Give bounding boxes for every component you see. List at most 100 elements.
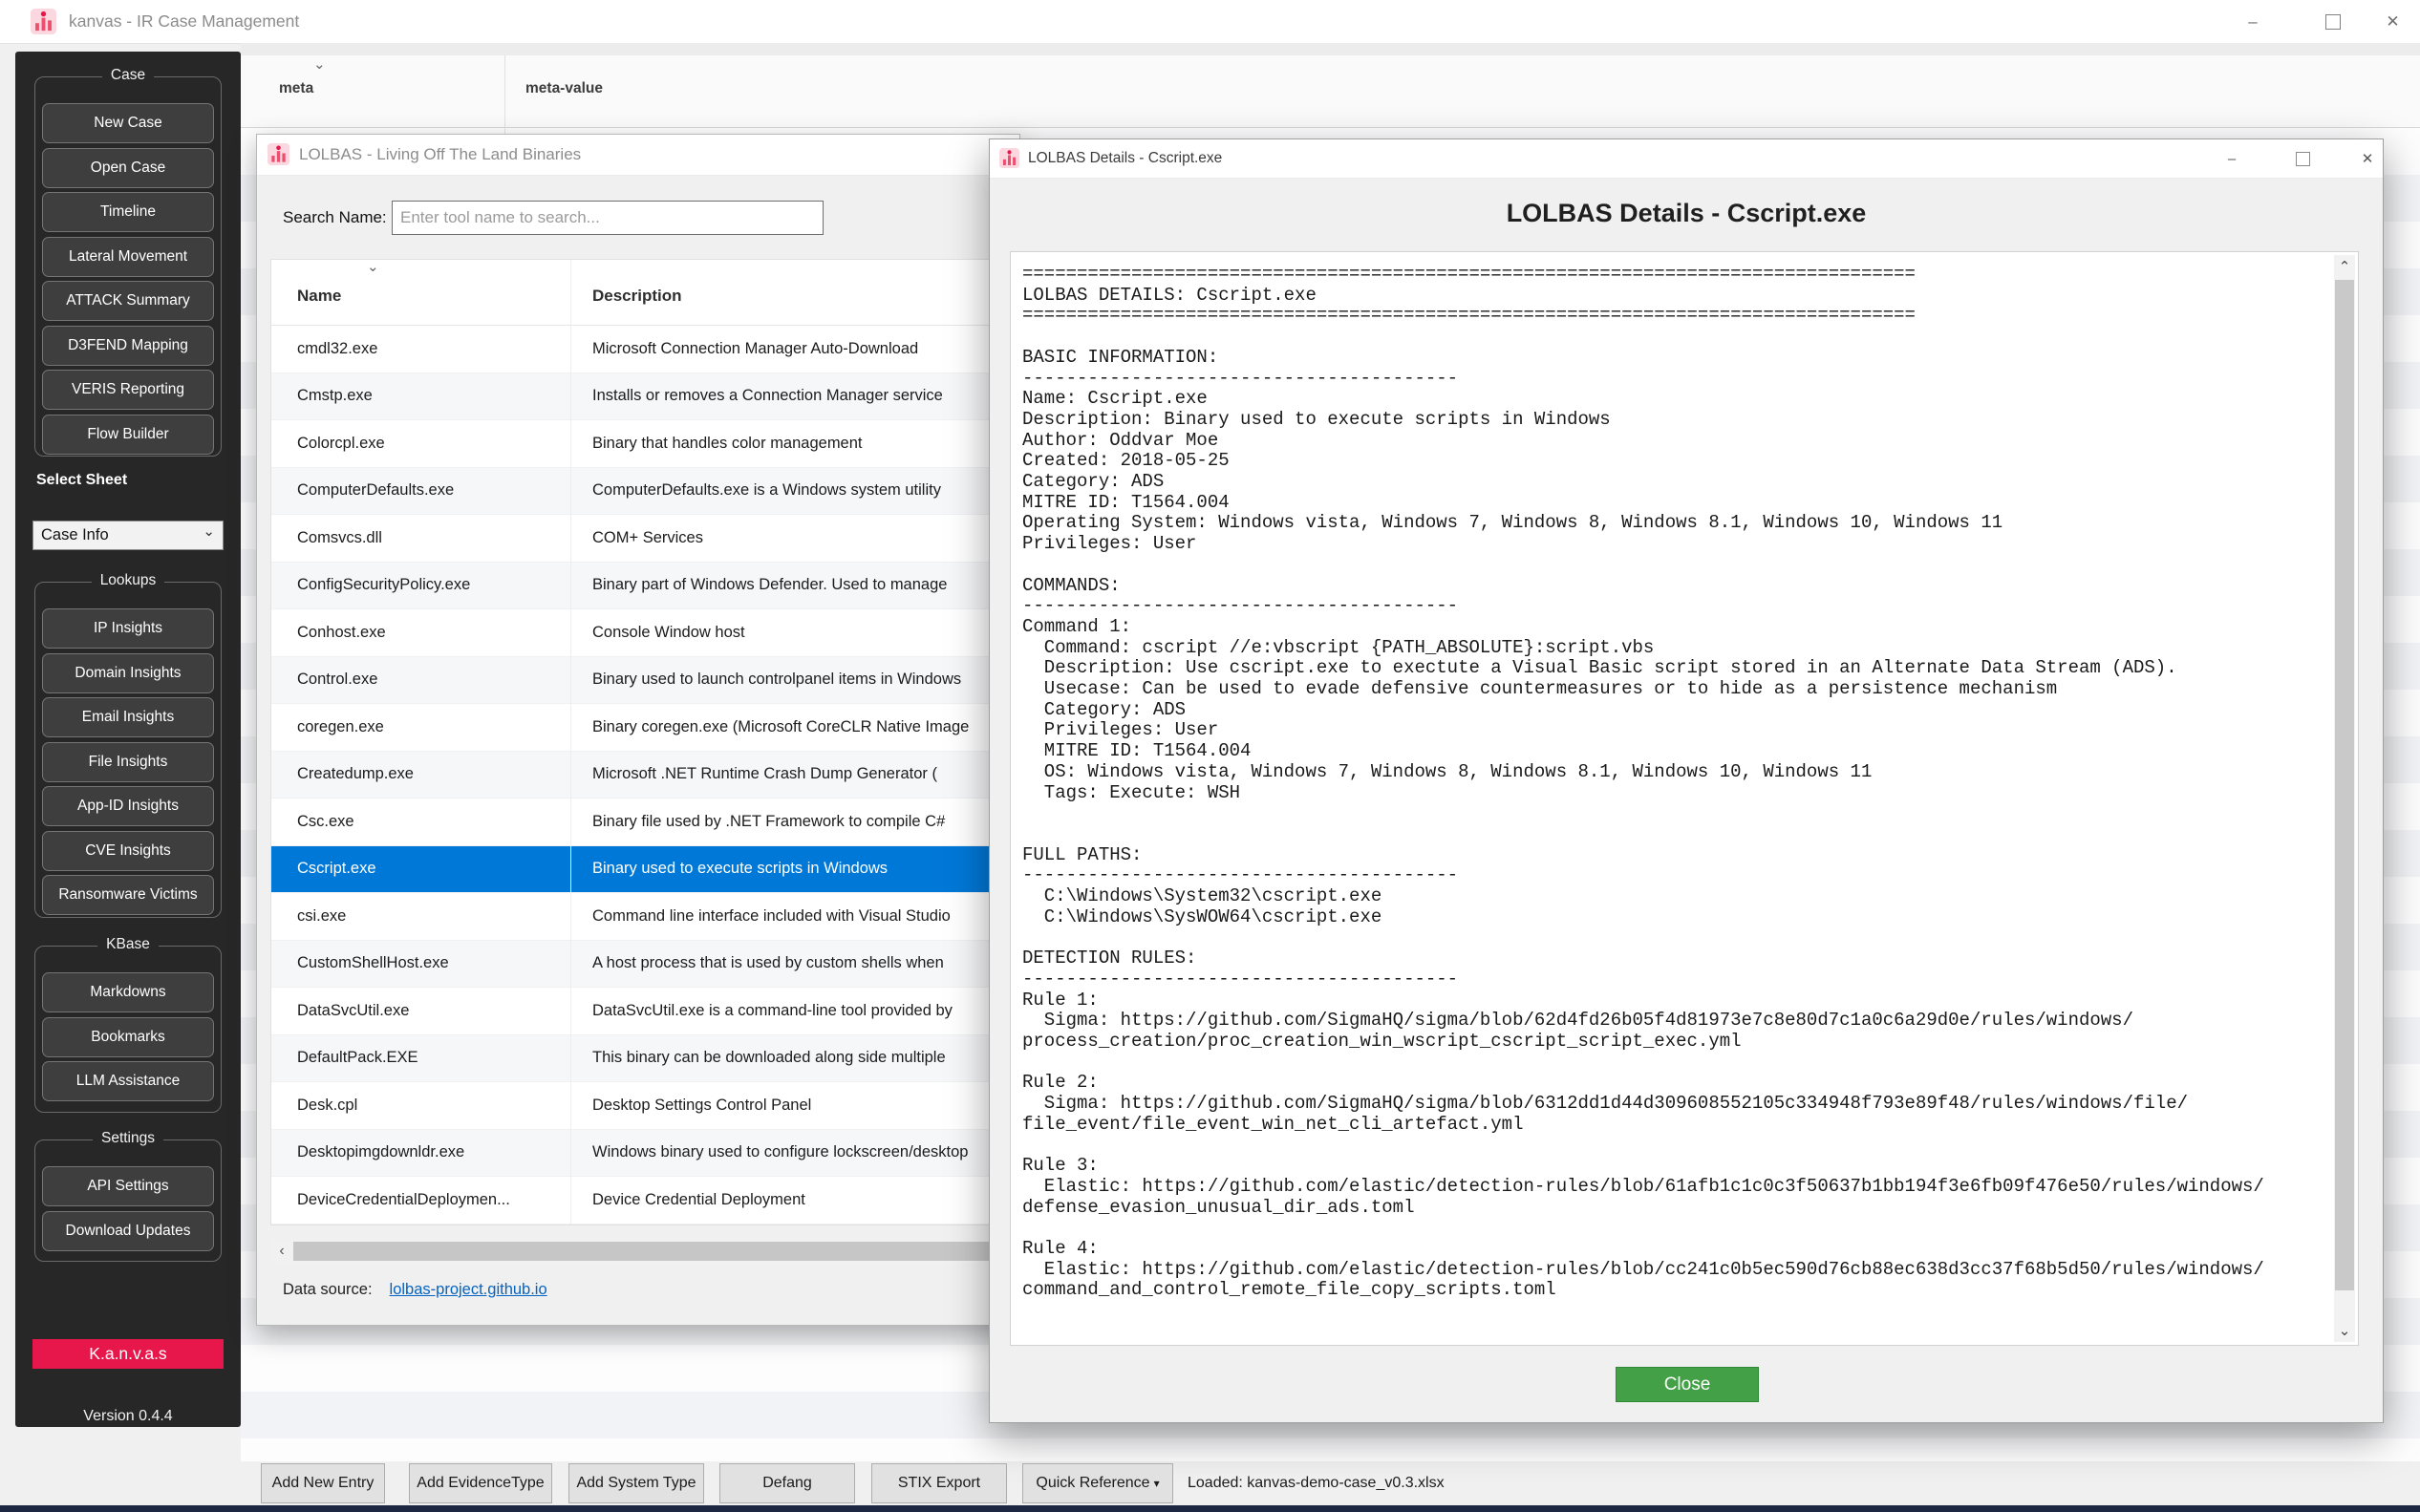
dialog-heading: LOLBAS Details - Cscript.exe [990, 199, 2383, 228]
column-divider [504, 55, 505, 136]
table-row[interactable]: DeviceCredentialDeploymen... Device Cred… [271, 1177, 1020, 1225]
close-icon[interactable]: ✕ [2366, 0, 2420, 43]
background-band [241, 43, 2420, 55]
table-row[interactable]: DataSvcUtil.exe DataSvcUtil.exe is a com… [271, 988, 1020, 1035]
sidebar-button[interactable]: File Insights [42, 742, 214, 782]
table-row[interactable]: Cmstp.exe Installs or removes a Connecti… [271, 373, 1020, 421]
table-row[interactable]: Comsvcs.dll COM+ Services [271, 515, 1020, 563]
data-source-row: Data source: lolbas-project.github.io [283, 1281, 547, 1299]
sidebar-button[interactable]: Open Case [42, 148, 214, 188]
add-evidence-type-button[interactable]: Add EvidenceType [409, 1463, 552, 1503]
table-row[interactable]: Conhost.exe Console Window host [271, 609, 1020, 657]
scrollbar-thumb[interactable] [2335, 280, 2354, 1290]
sidebar-button[interactable]: New Case [42, 103, 214, 143]
dialog-close-button[interactable]: Close [1616, 1367, 1759, 1402]
details-text: ========================================… [1011, 252, 2358, 1301]
maximize-icon[interactable] [2281, 139, 2324, 178]
column-header-meta-value[interactable]: meta-value [525, 80, 603, 97]
cell-name: Cscript.exe [271, 846, 570, 893]
sidebar-button[interactable]: IP Insights [42, 608, 214, 649]
close-icon[interactable]: ✕ [2346, 139, 2388, 178]
cell-description: Binary coregen.exe (Microsoft CoreCLR Na… [570, 704, 1020, 751]
sidebar-group-settings: Settings API SettingsDownload Updates [34, 1139, 222, 1262]
table-row[interactable]: ConfigSecurityPolicy.exe Binary part of … [271, 563, 1020, 610]
cell-name: Createdump.exe [271, 752, 570, 799]
add-new-entry-button[interactable]: Add New Entry [261, 1463, 385, 1503]
scroll-left-icon[interactable]: ‹ [270, 1240, 293, 1263]
cell-name: coregen.exe [271, 704, 570, 751]
scroll-down-icon[interactable]: ⌄ [2334, 1319, 2355, 1342]
cell-description: Device Credential Deployment [570, 1177, 1020, 1224]
sidebar-button[interactable]: Flow Builder [42, 415, 214, 455]
table-row[interactable]: cmdl32.exe Microsoft Connection Manager … [271, 326, 1020, 373]
sidebar-button[interactable]: D3FEND Mapping [42, 326, 214, 366]
app-statusbar [0, 1505, 2420, 1512]
column-header-description[interactable]: Description [592, 287, 682, 306]
quick-reference-button[interactable]: Quick Reference▾ [1022, 1463, 1173, 1503]
table-row[interactable]: ComputerDefaults.exe ComputerDefaults.ex… [271, 468, 1020, 516]
cell-name: Control.exe [271, 657, 570, 704]
sidebar-button[interactable]: LLM Assistance [42, 1061, 214, 1101]
vertical-scrollbar[interactable]: ⌃ ⌄ [2334, 255, 2355, 1342]
sidebar-group-lookups: Lookups IP InsightsDomain InsightsEmail … [34, 582, 222, 918]
details-text-area: ========================================… [1010, 251, 2359, 1346]
table-row[interactable]: DefaultPack.EXE This binary can be downl… [271, 1035, 1020, 1083]
cell-name: Desktopimgdownldr.exe [271, 1130, 570, 1177]
sidebar-button[interactable]: Lateral Movement [42, 237, 214, 277]
sidebar-button[interactable]: Download Updates [42, 1211, 214, 1251]
data-source-link[interactable]: lolbas-project.github.io [390, 1281, 547, 1298]
table-row[interactable]: Csc.exe Binary file used by .NET Framewo… [271, 799, 1020, 846]
search-label: Search Name: [283, 208, 387, 227]
table-row[interactable]: coregen.exe Binary coregen.exe (Microsof… [271, 704, 1020, 752]
cell-description: Binary used to launch controlpanel items… [570, 657, 1020, 704]
cell-name: Desk.cpl [271, 1082, 570, 1129]
app-titlebar: kanvas - IR Case Management – ✕ [0, 0, 2420, 44]
sheet-selector-value: Case Info [41, 526, 109, 544]
add-system-type-button[interactable]: Add System Type [568, 1463, 704, 1503]
sidebar-button[interactable]: VERIS Reporting [42, 370, 214, 410]
scrollbar-thumb[interactable] [293, 1242, 993, 1261]
sidebar-button[interactable]: Email Insights [42, 697, 214, 737]
data-source-label: Data source: [283, 1281, 373, 1298]
sort-chevron-icon[interactable]: ⌄ [313, 55, 326, 73]
cell-description: Microsoft .NET Runtime Crash Dump Genera… [570, 752, 1020, 799]
sidebar-button[interactable]: Timeline [42, 192, 214, 232]
sidebar-button[interactable]: Markdowns [42, 972, 214, 1012]
minimize-icon[interactable]: – [2211, 139, 2253, 178]
defang-button[interactable]: Defang [719, 1463, 855, 1503]
table-row[interactable]: Createdump.exe Microsoft .NET Runtime Cr… [271, 752, 1020, 799]
table-row[interactable]: Cscript.exe Binary used to execute scrip… [271, 846, 1020, 894]
table-row[interactable]: Colorcpl.exe Binary that handles color m… [271, 420, 1020, 468]
cell-name: Conhost.exe [271, 609, 570, 656]
minimize-icon[interactable]: – [2224, 0, 2281, 43]
table-row[interactable]: Desk.cpl Desktop Settings Control Panel [271, 1082, 1020, 1130]
sidebar-button[interactable]: ATTACK Summary [42, 281, 214, 321]
sidebar-button[interactable]: Ransomware Victims [42, 875, 214, 915]
table-row[interactable]: Desktopimgdownldr.exe Windows binary use… [271, 1130, 1020, 1178]
sort-chevron-icon[interactable]: ⌄ [367, 258, 379, 275]
sidebar-group-kbase: KBase MarkdownsBookmarksLLM Assistance [34, 946, 222, 1113]
cell-name: ConfigSecurityPolicy.exe [271, 563, 570, 609]
sidebar-button[interactable]: Bookmarks [42, 1017, 214, 1057]
background-sheet-header: ⌄ meta meta-value [241, 55, 2420, 128]
cell-name: cmdl32.exe [271, 326, 570, 373]
scroll-up-icon[interactable]: ⌃ [2334, 255, 2355, 278]
table-row[interactable]: CustomShellHost.exe A host process that … [271, 941, 1020, 989]
group-title: Case [35, 67, 221, 84]
sidebar-button[interactable]: CVE Insights [42, 831, 214, 871]
stix-export-button[interactable]: STIX Export [871, 1463, 1007, 1503]
sidebar-button[interactable]: App-ID Insights [42, 786, 214, 826]
sidebar-button[interactable]: Domain Insights [42, 653, 214, 693]
cell-description: A host process that is used by custom sh… [570, 941, 1020, 988]
dialog-window-title: LOLBAS Details - Cscript.exe [1028, 139, 1222, 178]
sheet-selector-dropdown[interactable]: Case Info ⌄ [32, 521, 224, 550]
maximize-icon[interactable] [2304, 0, 2362, 43]
cell-name: csi.exe [271, 893, 570, 940]
table-row[interactable]: csi.exe Command line interface included … [271, 893, 1020, 941]
column-header-name[interactable]: Name [297, 287, 341, 306]
column-header-meta[interactable]: meta [279, 80, 313, 97]
horizontal-scrollbar[interactable]: ‹ [270, 1240, 1021, 1263]
sidebar-button[interactable]: API Settings [42, 1166, 214, 1206]
table-row[interactable]: Control.exe Binary used to launch contro… [271, 657, 1020, 705]
search-input[interactable] [392, 201, 824, 235]
